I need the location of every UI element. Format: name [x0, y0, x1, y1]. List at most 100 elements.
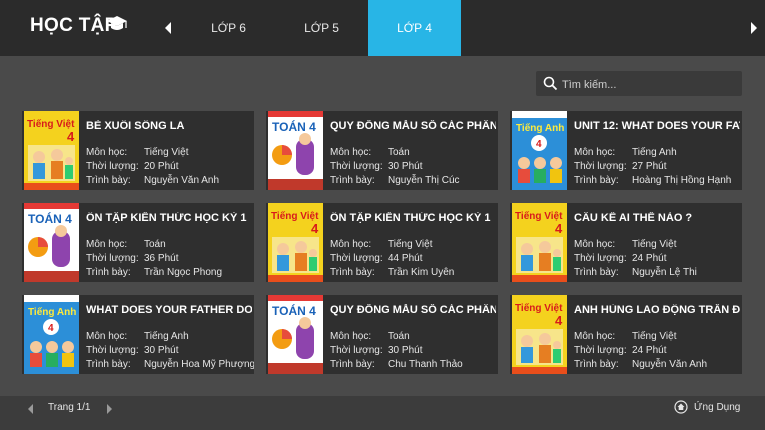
lesson-subject: Môn học: Toán	[86, 239, 166, 250]
presenter-value: Trần Kim Uyên	[388, 267, 455, 278]
lesson-card[interactable]: Tiếng Anh 4 WHAT DOES YOUR FATHER DO? Môn h…	[22, 295, 254, 374]
presenter-label: Trình bày:	[574, 359, 619, 370]
lesson-duration: Thời lượng: 30 Phút	[330, 161, 422, 172]
page-next-icon[interactable]	[104, 402, 114, 416]
subject-value: Tiếng Việt	[632, 239, 677, 250]
lesson-card[interactable]: Tiếng Việt 4 ÔN TẬP KIẾN THỨC HỌC KỲ 1 Môn …	[266, 203, 498, 282]
lesson-duration: Thời lượng: 27 Phút	[574, 161, 666, 172]
duration-label: Thời lượng:	[86, 345, 139, 356]
graduation-cap-icon	[107, 16, 127, 30]
lesson-presenter: Trình bày: Trần Ngọc Phong	[86, 267, 222, 278]
subject-value: Tiếng Việt	[144, 147, 189, 158]
lesson-title: WHAT DOES YOUR FATHER DO?	[86, 304, 252, 316]
lesson-subject: Môn học: Tiếng Việt	[330, 239, 432, 250]
svg-text:4: 4	[48, 323, 54, 334]
presenter-value: Nguyễn Văn Anh	[144, 175, 220, 186]
presenter-value: Nguyễn Lệ Thi	[632, 267, 697, 278]
lesson-subject: Môn học: Tiếng Anh	[86, 331, 189, 342]
subject-value: Toán	[144, 239, 166, 250]
lesson-title: ANH HÙNG LAO ĐỘNG TRẦN ĐẠI	[574, 304, 740, 316]
lesson-duration: Thời lượng: 24 Phút	[574, 253, 666, 264]
app-title: HỌC TẬP	[30, 15, 118, 36]
presenter-label: Trình bày:	[86, 175, 131, 186]
page-indicator: Trang 1/1	[48, 402, 91, 413]
search-input[interactable]	[560, 74, 740, 95]
duration-label: Thời lượng:	[330, 161, 383, 172]
lesson-subject: Môn học: Tiếng Anh	[574, 147, 677, 158]
presenter-label: Trình bày:	[86, 267, 131, 278]
svg-text:4: 4	[67, 129, 75, 144]
apps-button[interactable]: Ứng Dụng	[674, 400, 740, 414]
duration-value: 30 Phút	[144, 345, 179, 356]
presenter-label: Trình bày:	[330, 267, 375, 278]
tab-next-arrow-icon[interactable]	[749, 18, 759, 38]
subject-value: Tiếng Việt	[388, 239, 433, 250]
lesson-presenter: Trình bày: Nguyễn Lệ Thi	[574, 267, 697, 278]
subject-value: Tiếng Việt	[632, 331, 677, 342]
duration-label: Thời lượng:	[86, 161, 139, 172]
subject-value: Tiếng Anh	[632, 147, 677, 158]
subject-label: Môn học:	[86, 147, 128, 158]
presenter-value: Hoàng Thị Hồng Hạnh	[632, 175, 732, 186]
lesson-subject: Môn học: Toán	[330, 331, 410, 342]
lesson-subject: Môn học: Tiếng Việt	[574, 331, 676, 342]
grade-tabs: LỚP 6 LỚP 5 LỚP 4	[182, 0, 461, 56]
lesson-title: QUY ĐỒNG MẪU SỐ CÁC PHÂN S	[330, 120, 496, 132]
subject-label: Môn học:	[574, 331, 616, 342]
lesson-card[interactable]: Tiếng Việt 4 CÂU KỂ AI THẾ NÀO ? Môn học: Ti…	[510, 203, 742, 282]
search-icon	[543, 76, 558, 91]
lesson-card[interactable]: TOÁN 4 QUY ĐỒNG MẪU SỐ CÁC PHÂN S Môn học:…	[266, 295, 498, 374]
book-cover-tieng-viet: Tiếng Việt 4	[268, 203, 323, 282]
lesson-subject: Môn học: Tiếng Việt	[574, 239, 676, 250]
duration-label: Thời lượng:	[574, 345, 627, 356]
presenter-label: Trình bày:	[330, 359, 375, 370]
tab-grade-4[interactable]: LỚP 4	[368, 0, 461, 56]
lesson-title: BÈ XUÔI SÔNG LA	[86, 120, 185, 132]
lesson-card[interactable]: TOÁN 4 QUY ĐỒNG MẪU SỐ CÁC PHÂN S Môn học:…	[266, 111, 498, 190]
lesson-title: QUY ĐỒNG MẪU SỐ CÁC PHÂN S	[330, 304, 496, 316]
duration-value: 30 Phút	[388, 345, 423, 356]
lesson-presenter: Trình bày: Chu Thanh Thảo	[330, 359, 463, 370]
lesson-duration: Thời lượng: 20 Phút	[86, 161, 178, 172]
duration-value: 44 Phút	[388, 253, 423, 264]
lesson-title: CÂU KỂ AI THẾ NÀO ?	[574, 212, 693, 224]
lesson-duration: Thời lượng: 30 Phút	[86, 345, 178, 356]
presenter-value: Chu Thanh Thảo	[388, 359, 463, 370]
lesson-card[interactable]: Tiếng Việt 4 ANH HÙNG LAO ĐỘNG TRẦN ĐẠI Môn…	[510, 295, 742, 374]
svg-text:4: 4	[536, 139, 542, 150]
presenter-value: Nguyễn Thị Cúc	[388, 175, 460, 186]
presenter-label: Trình bày:	[86, 359, 131, 370]
lesson-title: UNIT 12: WHAT DOES YOUR FATH	[574, 120, 740, 132]
presenter-value: Nguyễn Văn Anh	[632, 359, 708, 370]
lesson-subject: Môn học: Tiếng Việt	[86, 147, 188, 158]
subject-label: Môn học:	[86, 239, 128, 250]
duration-value: 27 Phút	[632, 161, 667, 172]
search-box[interactable]	[536, 71, 742, 96]
subject-label: Môn học:	[574, 239, 616, 250]
svg-text:4: 4	[555, 313, 563, 328]
book-cover-tieng-viet: Tiếng Việt 4	[512, 203, 567, 282]
tab-grade-6[interactable]: LỚP 6	[182, 0, 275, 56]
book-cover-tieng-anh: Tiếng Anh 4	[24, 295, 79, 374]
svg-text:TOÁN 4: TOÁN 4	[272, 303, 316, 318]
tab-prev-arrow-icon[interactable]	[163, 18, 173, 38]
tab-grade-5[interactable]: LỚP 5	[275, 0, 368, 56]
book-cover-tieng-viet: Tiếng Việt 4	[24, 111, 79, 190]
lesson-card[interactable]: TOÁN 4 ÔN TẬP KIẾN THỨC HỌC KỲ 1 Môn học: T…	[22, 203, 254, 282]
svg-text:4: 4	[555, 221, 563, 236]
svg-text:Tiếng Anh: Tiếng Anh	[28, 306, 76, 318]
page-prev-icon[interactable]	[26, 402, 36, 416]
presenter-value: Trần Ngọc Phong	[144, 267, 223, 278]
subject-label: Môn học:	[86, 331, 128, 342]
duration-value: 30 Phút	[388, 161, 423, 172]
lesson-card[interactable]: Tiếng Việt 4 BÈ XUÔI SÔNG LA Môn học: Tiếng …	[22, 111, 254, 190]
subject-label: Môn học:	[330, 147, 372, 158]
svg-text:4: 4	[311, 221, 319, 236]
duration-label: Thời lượng:	[574, 161, 627, 172]
lesson-presenter: Trình bày: Nguyễn Văn Anh	[86, 175, 219, 186]
subject-value: Tiếng Anh	[144, 331, 189, 342]
duration-label: Thời lượng:	[574, 253, 627, 264]
lesson-card[interactable]: Tiếng Anh 4 UNIT 12: WHAT DOES YOUR FATH Mô…	[510, 111, 742, 190]
duration-value: 24 Phút	[632, 253, 667, 264]
lesson-duration: Thời lượng: 24 Phút	[574, 345, 666, 356]
